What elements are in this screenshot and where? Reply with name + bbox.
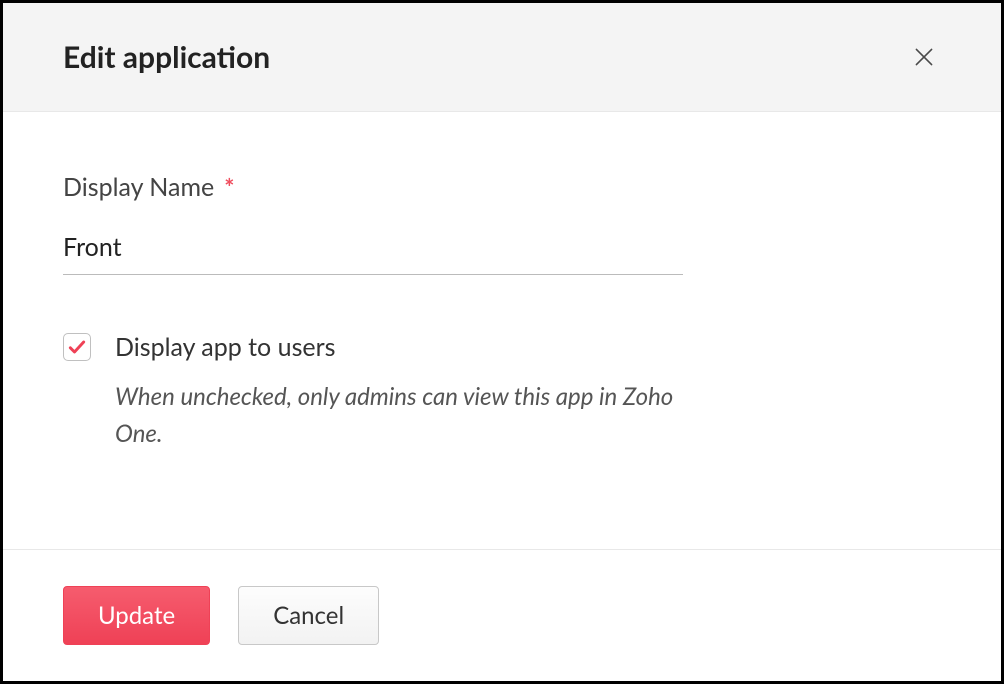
- close-button[interactable]: [907, 40, 941, 74]
- display-name-label: Display Name *: [63, 172, 941, 202]
- required-asterisk-icon: *: [224, 173, 234, 202]
- display-to-users-field: Display app to users When unchecked, onl…: [63, 331, 941, 452]
- display-to-users-description: When unchecked, only admins can view thi…: [115, 378, 675, 452]
- cancel-button[interactable]: Cancel: [238, 586, 379, 645]
- display-to-users-label: Display app to users: [115, 331, 675, 364]
- modal-body: Display Name * Display app to users When…: [3, 112, 1001, 549]
- display-name-label-text: Display Name: [63, 172, 214, 202]
- modal-header: Edit application: [3, 3, 1001, 112]
- edit-application-modal: Edit application Display Name *: [0, 0, 1004, 684]
- modal-footer: Update Cancel: [3, 549, 1001, 681]
- modal-title: Edit application: [63, 39, 270, 75]
- update-button[interactable]: Update: [63, 586, 210, 645]
- close-icon: [911, 44, 937, 70]
- display-name-field: Display Name *: [63, 172, 941, 275]
- display-name-input[interactable]: [63, 226, 683, 275]
- checkbox-content: Display app to users When unchecked, onl…: [115, 331, 675, 452]
